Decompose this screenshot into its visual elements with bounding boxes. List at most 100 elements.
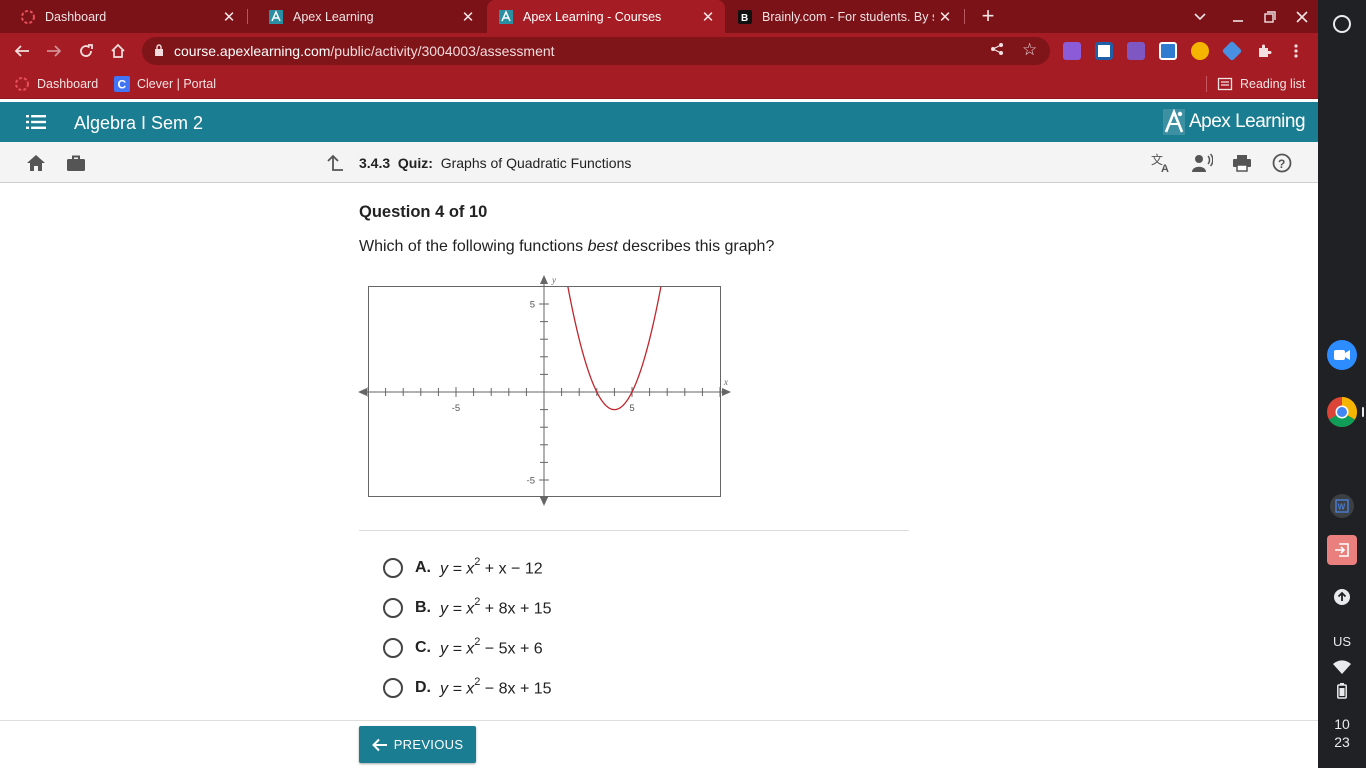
extension-screen-icon[interactable] [1159,42,1177,60]
exit-app-icon[interactable] [1326,534,1358,566]
print-icon[interactable] [1231,152,1253,174]
loading-ring-icon [20,9,36,25]
tab-dashboard[interactable]: Dashboard ✕ [0,0,246,33]
home-icon[interactable] [25,152,47,174]
restore-icon[interactable] [1254,0,1286,33]
keyboard-language[interactable]: US [1318,634,1366,649]
radio-button[interactable] [383,558,403,578]
zoom-app-icon[interactable] [1326,339,1358,371]
radio-button[interactable] [383,638,403,658]
kebab-menu-icon[interactable] [1284,39,1308,63]
y-axis-label: y [551,275,556,285]
new-tab-button[interactable]: + [976,4,1000,28]
brainly-favicon-icon: B [737,9,753,25]
previous-label: PREVIOUS [393,737,464,752]
launcher-icon[interactable] [1326,8,1358,40]
radio-button[interactable] [383,678,403,698]
equation-exponent: 2 [474,635,481,648]
clever-c-icon: C [114,76,130,92]
x-tick-label: -5 [452,403,460,414]
svg-text:C: C [118,78,127,92]
x-tick-label: 5 [629,403,634,414]
question-number: Question 4 of 10 [359,203,488,221]
home-icon[interactable] [106,39,130,63]
reading-list-icon [1217,76,1233,92]
minimize-icon[interactable] [1222,0,1254,33]
url-host: course.apexlearning.com [174,43,331,59]
option-letter: B. [415,599,431,616]
answer-option-d[interactable]: D. y = x2 − 8x + 15 [383,676,552,700]
y-axis-arrow-up [540,275,548,284]
extension-purple-icon[interactable] [1063,42,1081,60]
chrome-app-icon[interactable] [1326,396,1358,428]
tab-apex-learning[interactable]: Apex Learning ✕ [248,0,485,33]
forward-arrow-icon[interactable] [42,39,66,63]
tab-brainly[interactable]: B Brainly.com - For students. By student… [726,0,962,33]
quiz-title: 3.4.3 Quiz: Graphs of Quadratic Function… [359,155,631,171]
upload-app-icon[interactable] [1326,581,1358,613]
answer-option-c[interactable]: C. y = x2 − 5x + 6 [383,636,543,660]
close-window-icon[interactable] [1286,0,1318,33]
x-axis-arrow-right [722,388,731,396]
extension-rw-icon[interactable] [1127,42,1145,60]
previous-button[interactable]: PREVIOUS [359,726,476,763]
back-arrow-icon[interactable] [10,39,34,63]
tab-separator [964,9,965,24]
tab-apex-courses[interactable]: Apex Learning - Courses ✕ [487,0,725,33]
quadratic-graph: -5 5 5 -5 x y [358,272,738,517]
prompt-text: describes this graph? [617,238,775,255]
lock-icon [154,44,164,62]
bookmark-star-icon[interactable]: ☆ [1022,40,1037,60]
briefcase-icon[interactable] [65,152,87,174]
close-icon[interactable]: ✕ [697,8,719,26]
graph-svg: -5 5 5 -5 x y [358,275,731,506]
x-axis-label: x [723,377,728,387]
bookmark-divider [1206,76,1207,92]
reading-list-button[interactable]: Reading list [1217,76,1305,92]
share-icon[interactable] [990,42,1004,59]
quiz-label: Quiz: [397,155,433,171]
course-title: Algebra I Sem 2 [74,113,204,133]
word-app-icon[interactable]: W [1326,490,1358,522]
bookmark-clever[interactable]: C Clever | Portal [114,76,216,92]
tab-title: Apex Learning - Courses [523,9,662,24]
bookmark-dashboard[interactable]: Dashboard [14,76,98,92]
bookmark-label: Clever | Portal [137,77,216,91]
extension-chrome-icon[interactable] [1191,42,1209,60]
answer-option-a[interactable]: A. y = x2 + x − 12 [383,556,543,580]
equation-base: y = x [440,600,475,618]
extension-square-icon[interactable] [1095,42,1113,60]
equation-rest: − 5x + 6 [480,640,543,658]
radio-button[interactable] [383,598,403,618]
clock-minute[interactable]: 23 [1318,734,1366,750]
clock-hour[interactable]: 10 [1318,716,1366,732]
battery-icon[interactable] [1326,675,1358,707]
bookmarks-bar: Dashboard C Clever | Portal Reading list [0,69,1318,99]
running-indicator [1362,407,1364,417]
tab-search-chevron-icon[interactable] [1184,0,1216,33]
close-icon[interactable]: ✕ [457,8,479,26]
option-equation: y = x2 − 5x + 6 [440,635,543,658]
help-icon[interactable]: ? [1271,152,1293,174]
translate-icon[interactable]: 文A [1151,152,1173,174]
x-axis-arrow-left [358,388,367,396]
y-axis-arrow-down [540,497,548,506]
page-footer: PREVIOUS [0,720,1318,768]
reload-icon[interactable] [74,39,98,63]
question-prompt: Which of the following functions best de… [359,238,774,256]
close-icon[interactable]: ✕ [218,8,240,26]
hamburger-menu-icon[interactable] [26,115,46,134]
extension-diamond-icon[interactable] [1221,40,1243,62]
puzzle-extensions-icon[interactable] [1252,39,1276,63]
close-icon[interactable]: ✕ [934,8,956,26]
up-arrow-icon[interactable] [323,152,345,174]
apex-logo-icon [1163,109,1185,135]
loading-ring-icon [14,76,30,92]
text-to-speech-icon[interactable] [1191,152,1213,174]
answer-option-b[interactable]: B. y = x2 + 8x + 15 [383,596,552,620]
svg-text:B: B [741,13,748,24]
address-bar[interactable]: course.apexlearning.com/public/activity/… [142,37,1050,65]
equation-base: y = x [440,640,475,658]
quiz-number: 3.4.3 [359,155,391,171]
equation-base: y = x [440,680,475,698]
